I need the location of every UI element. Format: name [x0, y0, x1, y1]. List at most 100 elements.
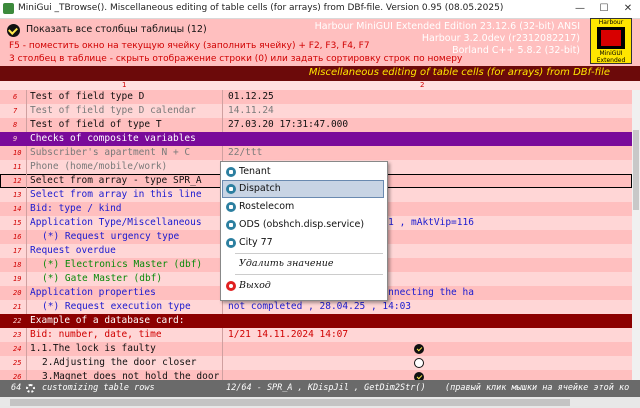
- cell-value[interactable]: 27.03.20 17:31:47.000: [228, 118, 632, 132]
- scroll-thumb[interactable]: [633, 130, 639, 210]
- cell-value[interactable]: 01.12.25: [228, 90, 632, 104]
- cell-name[interactable]: (*) Request execution type: [30, 300, 232, 314]
- menu-item-exit[interactable]: Выход: [223, 278, 383, 294]
- cell-value[interactable]: not completed , 28.04.25 , 14:03: [228, 300, 632, 314]
- cell-value[interactable]: [228, 356, 632, 370]
- cell-name[interactable]: Select from array in this line: [30, 188, 220, 202]
- status-right-hint: (правый клик мышки на ячейке этой ко: [445, 383, 630, 393]
- close-button[interactable]: ✕: [616, 0, 640, 18]
- app-icon: [3, 3, 14, 14]
- column-divider: [26, 342, 27, 356]
- column-header-2[interactable]: 2: [420, 81, 424, 89]
- scroll-thumb[interactable]: [10, 399, 570, 406]
- cell-value[interactable]: 22/ttt: [228, 146, 632, 160]
- show-columns-check-icon[interactable]: [7, 24, 20, 37]
- cell-name[interactable]: Application Type/Miscellaneous: [30, 216, 220, 230]
- horizontal-scrollbar[interactable]: [0, 397, 640, 408]
- status-position: 12/64 - SPR_A , KDispJil , GetDim2Str(): [226, 383, 426, 393]
- column-headers: 1 2: [0, 81, 640, 90]
- cell-name[interactable]: Request overdue: [30, 244, 220, 258]
- status-row-count: 64: [11, 383, 22, 393]
- column-divider: [222, 90, 223, 104]
- harbour-minigui-logo: Harbour MiniGUI Extended: [590, 18, 632, 64]
- cell-name[interactable]: (*) Gate Master (dbf): [30, 272, 232, 286]
- hint-col3: 3 столбец в таблице - скрыть отображение…: [9, 54, 463, 64]
- row-number: 22: [13, 317, 22, 325]
- row-number: 20: [13, 289, 22, 297]
- minimize-button[interactable]: —: [568, 0, 592, 18]
- menu-item-dispatch[interactable]: Dispatch: [222, 180, 384, 198]
- table-row[interactable]: 9 Checks of composite variables: [0, 132, 632, 146]
- table-row[interactable]: 10 Subscriber's apartment N + C 22/ttt: [0, 146, 632, 160]
- row-number: 6: [13, 93, 18, 101]
- table-row[interactable]: 23 Bid: number, date, time 1/21 14.11.2024…: [0, 328, 632, 342]
- cell-name[interactable]: (*) Electronics Master (dbf): [30, 258, 232, 272]
- cell-name[interactable]: 1.1.The lock is faulty: [30, 342, 220, 356]
- section-title: Checks of composite variables: [30, 133, 196, 144]
- column-divider: [26, 300, 27, 314]
- row-number: 8: [13, 121, 18, 129]
- status-bar: 64 customizing table rows 12/64 - SPR_A …: [0, 380, 640, 397]
- cell-name[interactable]: Test of field type D calendar: [30, 104, 220, 118]
- show-columns-link[interactable]: Показать все столбцы таблицы (12): [26, 24, 207, 35]
- database-icon: [226, 238, 236, 248]
- vertical-scrollbar[interactable]: [632, 90, 640, 380]
- cell-value[interactable]: 1/21 14.11.2024 14:07: [228, 328, 632, 342]
- table-row[interactable]: 24 1.1.The lock is faulty: [0, 342, 632, 356]
- cell-name[interactable]: Select from array - type SPR_A: [30, 174, 220, 188]
- menu-item-rostelecom[interactable]: Rostelecom: [223, 199, 383, 215]
- menu-item-delete-value[interactable]: Удалить значение: [223, 256, 383, 272]
- cell-name[interactable]: Bid: number, date, time: [30, 328, 220, 342]
- table-row[interactable]: 21 (*) Request execution type not complete…: [0, 300, 632, 314]
- database-icon: [226, 184, 236, 194]
- table-row[interactable]: 25 2.Adjusting the door closer: [0, 356, 632, 370]
- database-icon: [226, 202, 236, 212]
- menu-item-ods[interactable]: ODS (obshch.disp.service): [223, 217, 383, 233]
- database-icon: [226, 167, 236, 177]
- cell-name[interactable]: 2.Adjusting the door closer: [30, 356, 232, 370]
- cell-name[interactable]: Test of field type D: [30, 90, 220, 104]
- row-number: 13: [13, 191, 22, 199]
- menu-item-city77[interactable]: City 77: [223, 235, 383, 251]
- compiler-info: Borland C++ 5.8.2 (32-bit): [452, 45, 580, 56]
- column-divider: [222, 104, 223, 118]
- cell-name[interactable]: Bid: type / kind: [30, 202, 220, 216]
- row-number: 17: [13, 247, 22, 255]
- row-number: 18: [13, 261, 22, 269]
- column-divider: [26, 328, 27, 342]
- maximize-button[interactable]: ☐: [592, 0, 616, 18]
- column-divider: [26, 118, 27, 132]
- row-number: 21: [13, 303, 22, 311]
- table-row[interactable]: 8 Test of field of type T 27.03.20 17:31:4…: [0, 118, 632, 132]
- row-number: 16: [13, 233, 22, 241]
- column-divider: [222, 328, 223, 342]
- table-row[interactable]: 6 Test of field type D 01.12.25: [0, 90, 632, 104]
- cell-name[interactable]: Application properties: [30, 286, 220, 300]
- cell-name[interactable]: Phone (home/mobile/work): [30, 160, 220, 174]
- row-number: 25: [13, 359, 22, 367]
- cell-value[interactable]: [228, 342, 632, 356]
- cell-name[interactable]: Subscriber's apartment N + C: [30, 146, 220, 160]
- row-number: 12: [13, 177, 22, 185]
- unchecked-icon[interactable]: [414, 358, 424, 368]
- cell-name[interactable]: (*) Request urgency type: [30, 230, 232, 244]
- column-divider: [222, 118, 223, 132]
- column-header-1[interactable]: 1: [122, 81, 126, 89]
- checked-icon[interactable]: [414, 344, 424, 354]
- menu-separator: [235, 274, 383, 275]
- banner-title: Miscellaneous editing of table cells (fo…: [308, 67, 610, 78]
- menu-item-tenant[interactable]: Tenant: [223, 164, 383, 180]
- table-row[interactable]: 7 Test of field type D calendar 14.11.24: [0, 104, 632, 118]
- column-divider: [26, 160, 27, 174]
- column-divider: [222, 146, 223, 160]
- title-bar: MiniGui _TBrowse(). Miscellaneous editin…: [0, 0, 640, 19]
- column-divider: [26, 104, 27, 118]
- table-row[interactable]: 22 Example of a database card:: [0, 314, 632, 328]
- status-hint: customizing table rows: [42, 383, 155, 393]
- column-divider: [26, 188, 27, 202]
- column-divider: [26, 258, 27, 272]
- cell-name[interactable]: Test of field of type T: [30, 118, 220, 132]
- cell-value[interactable]: 14.11.24: [228, 104, 632, 118]
- column-divider: [26, 174, 27, 188]
- gear-icon[interactable]: [26, 384, 35, 393]
